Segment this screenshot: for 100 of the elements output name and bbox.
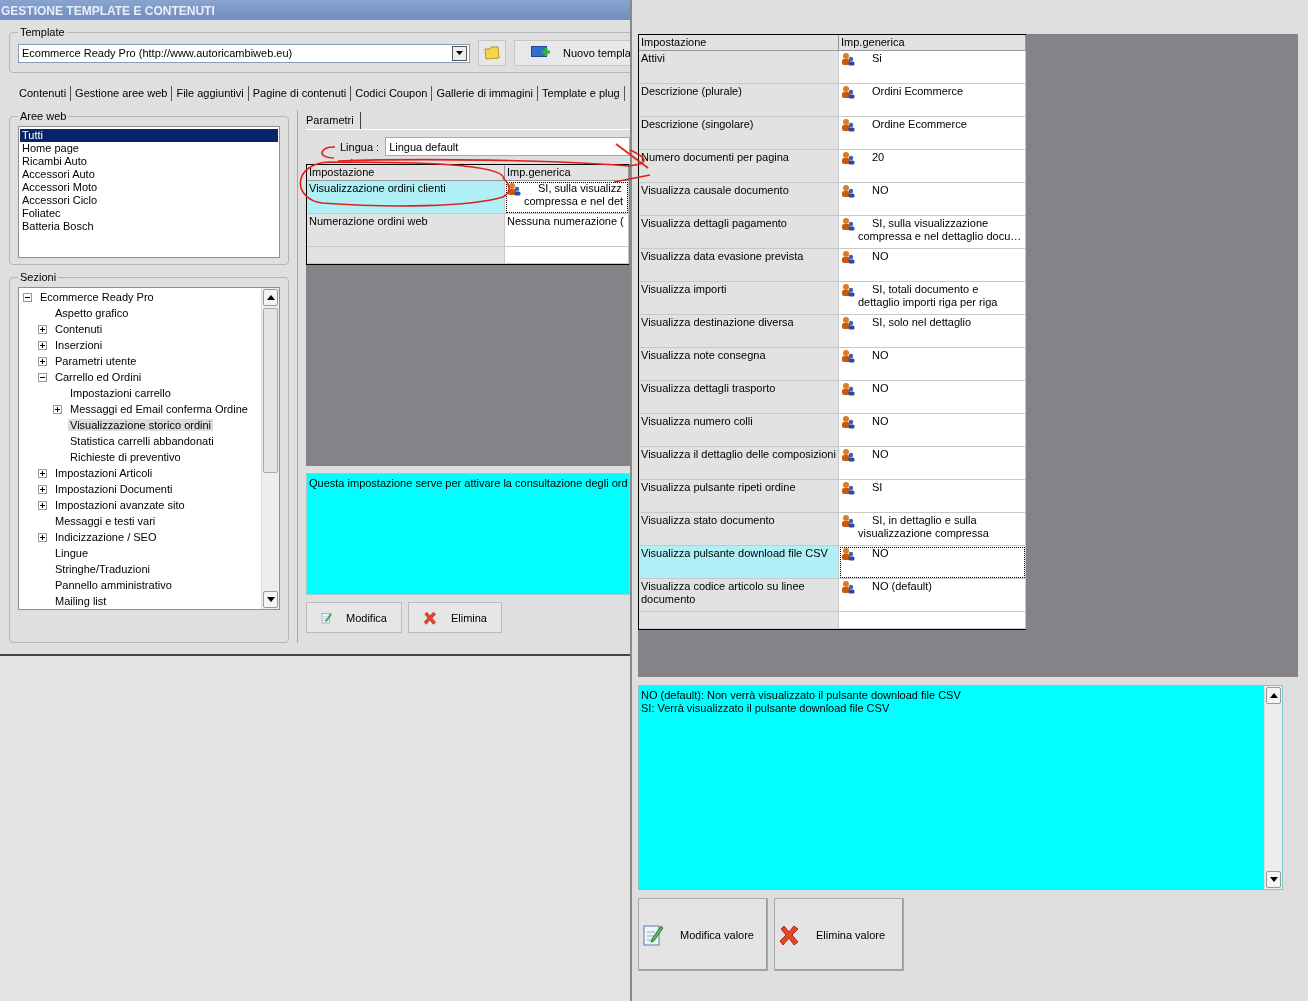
setting-cell[interactable]: Visualizza numero colli (639, 414, 839, 447)
tab[interactable]: Gallerie di immagini (432, 86, 539, 101)
setting-cell[interactable]: Visualizza pulsante ripeti ordine (639, 480, 839, 513)
list-item[interactable]: Batteria Bosch (20, 220, 278, 233)
value-cell[interactable]: SI, sulla visualizz compressa e nel det (505, 181, 629, 214)
expand-icon[interactable] (38, 484, 47, 494)
value-cell[interactable]: SI, solo nel dettaglio (839, 315, 1026, 348)
tab[interactable]: File aggiuntivi (172, 86, 249, 101)
template-dropdown[interactable]: Ecommerce Ready Pro (http://www.autoricambiweb.eu) (18, 43, 470, 63)
setting-cell[interactable]: Visualizza il dettaglio delle composizioni (639, 447, 839, 480)
value-cell[interactable]: NO (default) (839, 579, 1026, 612)
value-cell[interactable]: Ordini Ecommerce (839, 84, 1026, 117)
value-cell[interactable]: Nessuna numerazione ( (505, 214, 629, 247)
tree-item[interactable]: Indicizzazione / SEO (53, 531, 159, 543)
setting-cell[interactable]: Descrizione (singolare) (639, 117, 839, 150)
list-item[interactable]: Accessori Auto (20, 168, 278, 181)
value-cell[interactable]: NO (839, 414, 1026, 447)
setting-cell[interactable]: Visualizza pulsante download file CSV (639, 546, 839, 579)
value-cell[interactable]: Si (839, 51, 1026, 84)
setting-cell[interactable]: Attivi (639, 51, 839, 84)
tab[interactable]: Pagine di contenuti (248, 86, 352, 101)
tree-item[interactable]: Carrello ed Ordini (53, 371, 144, 383)
setting-cell[interactable]: Visualizza data evasione prevista (639, 249, 839, 282)
tree-item[interactable]: Richieste di preventivo (68, 451, 183, 463)
value-cell[interactable]: NO (839, 249, 1026, 282)
tab[interactable]: Codici Coupon (351, 86, 433, 101)
scroll-up-button[interactable] (1266, 687, 1281, 704)
value-cell[interactable]: NO (839, 447, 1026, 480)
tree-item[interactable]: Messaggi e testi vari (53, 515, 158, 527)
list-item[interactable]: Ricambi Auto (20, 155, 278, 168)
value-cell[interactable]: NO (839, 348, 1026, 381)
value-cell[interactable]: 20 (839, 150, 1026, 183)
expand-icon[interactable] (38, 356, 47, 366)
scroll-up-button[interactable] (263, 289, 278, 306)
delete-button[interactable]: Elimina (408, 602, 502, 633)
setting-cell[interactable]: Visualizza codice articolo su linee documento (639, 579, 839, 612)
collapse-icon[interactable] (38, 372, 47, 382)
list-item[interactable]: Accessori Ciclo (20, 194, 278, 207)
scrollbar[interactable] (1264, 686, 1282, 889)
setting-cell[interactable]: Visualizza destinazione diversa (639, 315, 839, 348)
tree-item[interactable]: Inserzioni (53, 339, 105, 351)
tab[interactable]: Gestione aree web (71, 86, 173, 101)
tree-item[interactable]: Ecommerce Ready Pro (38, 291, 156, 303)
list-item[interactable]: Tutti (20, 129, 278, 142)
tree-item[interactable]: Impostazioni Articoli (53, 467, 155, 479)
scrollbar-thumb[interactable] (263, 308, 278, 473)
tree-item[interactable]: Impostazioni carrello (68, 387, 173, 399)
tree-item[interactable]: Impostazioni Documenti (53, 483, 175, 495)
tree-item[interactable]: Impostazioni avanzate sito (53, 499, 187, 511)
column-header[interactable]: Impostazione (639, 35, 839, 51)
value-cell[interactable]: NO (839, 381, 1026, 414)
setting-cell[interactable]: Numerazione ordini web (307, 214, 505, 247)
list-item[interactable]: Accessori Moto (20, 181, 278, 194)
setting-cell[interactable]: Visualizza note consegna (639, 348, 839, 381)
setting-cell[interactable]: Numero documenti per pagina (639, 150, 839, 183)
setting-cell[interactable]: Visualizza importi (639, 282, 839, 315)
expand-icon[interactable] (38, 500, 47, 510)
tree-item[interactable]: Contenuti (53, 323, 105, 335)
list-item[interactable]: Foliatec (20, 207, 278, 220)
new-template-button[interactable]: Nuovo templa (514, 40, 631, 66)
tree-item[interactable]: Lingue (53, 547, 91, 559)
column-header[interactable]: Imp.generica (505, 165, 629, 181)
tree-item[interactable]: Aspetto grafico (53, 307, 131, 319)
language-field[interactable]: Lingua default (385, 137, 630, 156)
value-cell[interactable]: NO (839, 183, 1026, 216)
scrollbar[interactable] (261, 288, 279, 609)
value-cell[interactable]: SI, in dettaglio e sulla visualizzazione compressa (839, 513, 1026, 546)
value-cell[interactable]: SI, totali documento e dettaglio importi riga per riga (839, 282, 1026, 315)
expand-icon[interactable] (38, 468, 47, 478)
value-cell[interactable]: Ordine Ecommerce (839, 117, 1026, 150)
edit-value-button[interactable]: Modifica valore (638, 898, 768, 971)
tab[interactable]: Contenuti (10, 86, 72, 101)
scroll-down-button[interactable] (263, 591, 278, 608)
setting-cell[interactable]: Visualizza dettagli pagamento (639, 216, 839, 249)
expand-icon[interactable] (38, 340, 47, 350)
tab[interactable]: Template e plug (538, 86, 625, 101)
tab[interactable]: Parametri (306, 112, 361, 129)
value-cell[interactable]: SI (839, 480, 1026, 513)
value-cell[interactable]: SI, sulla visualizzazione compressa e nel dettaglio docu… (839, 216, 1026, 249)
expand-icon[interactable] (38, 532, 47, 542)
tree-item[interactable]: Pannello amministrativo (53, 579, 174, 591)
setting-cell[interactable]: Descrizione (plurale) (639, 84, 839, 117)
tree-item[interactable]: Parametri utente (53, 355, 139, 367)
collapse-icon[interactable] (23, 292, 32, 302)
tree-item[interactable]: Statistica carrelli abbandonati (68, 435, 216, 447)
delete-value-button[interactable]: Elimina valore (774, 898, 904, 971)
expand-icon[interactable] (38, 324, 47, 334)
edit-button[interactable]: Modifica (306, 602, 402, 633)
column-header[interactable]: Imp.generica (839, 35, 1026, 51)
scroll-down-button[interactable] (1266, 871, 1281, 888)
tree-item[interactable]: Stringhe/Traduzioni (53, 563, 152, 575)
setting-cell[interactable]: Visualizza stato documento (639, 513, 839, 546)
tree-item[interactable]: Mailing list (53, 595, 109, 607)
list-item[interactable]: Home page (20, 142, 278, 155)
expand-icon[interactable] (53, 404, 62, 414)
setting-cell[interactable]: Visualizza dettagli trasporto (639, 381, 839, 414)
column-header[interactable]: Impostazione (307, 165, 505, 181)
value-cell[interactable]: NO (839, 546, 1026, 579)
setting-cell[interactable]: Visualizza causale documento (639, 183, 839, 216)
setting-cell[interactable]: Visualizzazione ordini clienti (307, 181, 505, 214)
